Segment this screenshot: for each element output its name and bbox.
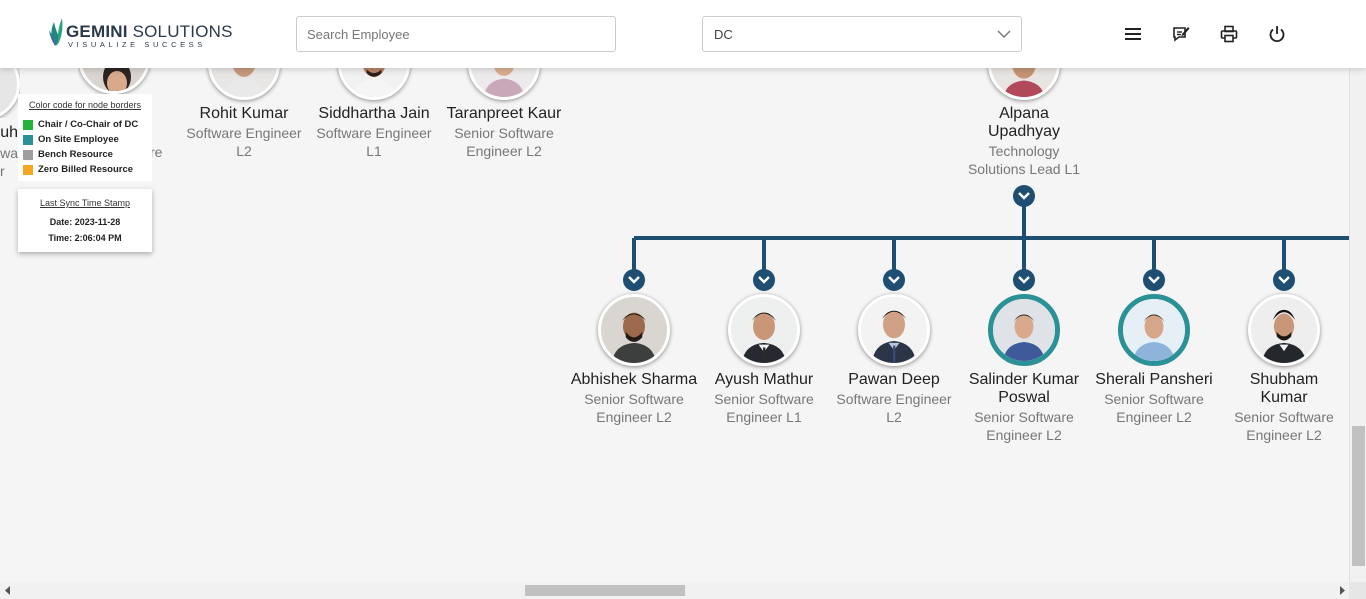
legend-item-bench: Bench Resource xyxy=(23,147,147,162)
chevron-down-icon xyxy=(758,276,770,284)
expand-toggle-abhishek[interactable] xyxy=(623,269,645,291)
employee-name: Ayush Mathur xyxy=(714,371,814,388)
employee-name: Abhishek Sharma xyxy=(570,371,698,388)
collapse-toggle-alpana[interactable] xyxy=(1013,185,1035,207)
power-icon[interactable] xyxy=(1267,24,1287,44)
expand-toggle-ayush[interactable] xyxy=(753,269,775,291)
chevron-down-icon xyxy=(997,30,1011,38)
employee-node-ayush-mathur[interactable]: Ayush Mathur Senior Software Engineer L1 xyxy=(699,294,829,426)
logo-tagline: VISUALIZE SUCCESS xyxy=(68,40,206,49)
partial-node-left-text: uh twa r L1 xyxy=(0,124,18,180)
employee-node-abhishek-sharma[interactable]: Abhishek Sharma Senior Software Engineer… xyxy=(569,294,699,426)
partial-avatar-2 xyxy=(78,68,152,94)
employee-name: Pawan Deep xyxy=(848,371,940,388)
employee-name: Taranpreet Kaur xyxy=(446,105,562,122)
vertical-scrollbar-thumb[interactable] xyxy=(1352,426,1365,566)
company-logo[interactable]: GEMINI SOLUTIONS VISUALIZE SUCCESS xyxy=(46,16,232,50)
legend-label: On Site Employee xyxy=(38,134,119,145)
vertical-scrollbar[interactable] xyxy=(1349,68,1366,582)
sync-title: Last Sync Time Stamp xyxy=(39,198,131,208)
chevron-down-icon xyxy=(1018,192,1030,200)
leaf-logo-icon xyxy=(49,18,63,46)
chevron-down-icon xyxy=(1018,276,1030,284)
avatar[interactable] xyxy=(598,294,670,366)
employee-title: Senior Software Engineer L2 xyxy=(584,391,684,425)
legend-label: Zero Billed Resource xyxy=(38,164,134,175)
menu-icon[interactable] xyxy=(1123,24,1143,44)
expand-toggle-shubham[interactable] xyxy=(1273,269,1295,291)
chevron-down-icon xyxy=(888,276,900,284)
legend-swatch xyxy=(23,134,33,145)
dc-select[interactable]: DC xyxy=(702,16,1022,52)
legend-label: Bench Resource xyxy=(38,149,113,160)
search-employee-input[interactable] xyxy=(296,16,616,52)
partial-avatar-left xyxy=(0,68,20,118)
expand-toggle-salinder[interactable] xyxy=(1013,269,1035,291)
legend-item-zero-billed: Zero Billed Resource xyxy=(23,162,147,177)
partial-title-fragment-1: twa xyxy=(0,145,18,161)
horizontal-scrollbar[interactable] xyxy=(0,582,1366,599)
scroll-left-arrow-icon[interactable] xyxy=(4,586,12,595)
partial-title-fragment-2: r L1 xyxy=(0,163,5,179)
employee-name: Rohit Kumar xyxy=(199,105,289,122)
partial-name-fragment: uh xyxy=(0,124,18,141)
employee-title: Software Engineer L2 xyxy=(836,391,952,425)
employee-name: Alpana Upadhyay xyxy=(987,105,1061,140)
employee-node-shubham-kumar[interactable]: Shubham Kumar Senior Software Engineer L… xyxy=(1219,294,1349,444)
avatar[interactable] xyxy=(858,294,930,366)
employee-title: Software Engineer L2 xyxy=(186,125,302,159)
employee-node-salinder-kumar-poswal[interactable]: Salinder Kumar Poswal Senior Software En… xyxy=(959,294,1089,444)
employee-title: Senior Software Engineer L1 xyxy=(714,391,814,425)
scroll-right-arrow-icon[interactable] xyxy=(1338,586,1346,595)
employee-title: Senior Software Engineer L2 xyxy=(454,125,554,159)
avatar[interactable] xyxy=(728,294,800,366)
feedback-icon[interactable] xyxy=(1171,24,1191,44)
chevron-down-icon xyxy=(1278,276,1290,284)
employee-name: Shubham Kumar xyxy=(1249,371,1319,406)
avatar-onsite[interactable] xyxy=(1118,294,1190,366)
legend-swatch xyxy=(23,119,33,130)
sync-date: Date: 2023-11-28 xyxy=(49,217,121,227)
expand-toggle-sherali[interactable] xyxy=(1143,269,1165,291)
avatar-onsite[interactable] xyxy=(988,294,1060,366)
employee-title: Technology Solutions Lead L1 xyxy=(967,143,1081,177)
employee-title: Senior Software Engineer L2 xyxy=(1234,409,1334,443)
expand-toggle-pawan[interactable] xyxy=(883,269,905,291)
sync-time: Time: 2:06:04 PM xyxy=(48,233,122,243)
dc-select-value: DC xyxy=(714,27,733,42)
employee-node-pawan-deep[interactable]: Pawan Deep Software Engineer L2 xyxy=(829,294,959,426)
employee-title: Senior Software Engineer L2 xyxy=(1104,391,1204,425)
employee-title: Senior Software Engineer L2 xyxy=(974,409,1074,443)
legend-swatch xyxy=(23,164,33,175)
employee-name: Sherali Pansheri xyxy=(1095,371,1213,388)
legend-swatch xyxy=(23,149,33,160)
legend-item-onsite: On Site Employee xyxy=(23,132,147,147)
scrollbar-corner xyxy=(1349,582,1366,599)
last-sync-panel: Last Sync Time Stamp Date: 2023-11-28 Ti… xyxy=(18,189,152,252)
horizontal-scrollbar-thumb[interactable] xyxy=(525,585,685,596)
top-header: GEMINI SOLUTIONS VISUALIZE SUCCESS DC xyxy=(0,0,1366,68)
legend-title: Color code for node borders xyxy=(28,100,142,110)
legend-item-chair: Chair / Co-Chair of DC xyxy=(23,117,147,132)
employee-node-sherali-pansheri[interactable]: Sherali Pansheri Senior Software Enginee… xyxy=(1089,294,1219,426)
logo-wordmark: GEMINI SOLUTIONS xyxy=(66,22,233,41)
border-color-legend: Color code for node borders Chair / Co-C… xyxy=(18,94,152,181)
print-icon[interactable] xyxy=(1219,24,1239,44)
chevron-down-icon xyxy=(628,276,640,284)
employee-name: Salinder Kumar Poswal xyxy=(968,371,1080,406)
avatar[interactable] xyxy=(1248,294,1320,366)
chevron-down-icon xyxy=(1148,276,1160,284)
employee-title: Software Engineer L1 xyxy=(316,125,432,159)
legend-label: Chair / Co-Chair of DC xyxy=(38,119,139,130)
employee-name: Siddhartha Jain xyxy=(318,105,430,122)
